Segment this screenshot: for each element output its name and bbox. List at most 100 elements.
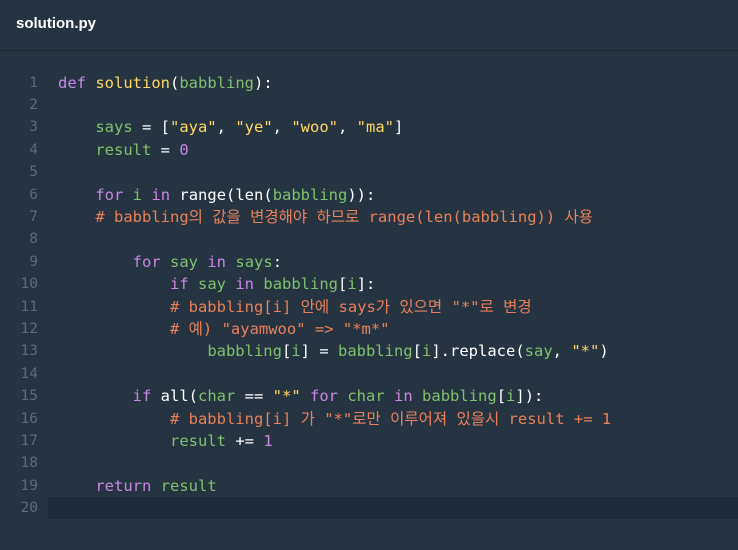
code-token: says: [95, 118, 133, 137]
code-token: ]):: [515, 387, 544, 406]
code-token: ): [599, 342, 609, 361]
code-line[interactable]: if all(char == "*" for char in babbling[…: [58, 385, 544, 407]
code-line[interactable]: for say in says:: [58, 251, 282, 273]
code-line[interactable]: # babbling[i] 가 "*"로만 이루어져 있을시 result +=…: [58, 408, 611, 430]
line-number: 6: [29, 186, 38, 203]
code-token: i: [132, 185, 143, 204]
code-token: [: [338, 275, 348, 294]
code-line[interactable]: def solution(babbling):: [58, 72, 273, 94]
code-token: :: [272, 252, 283, 271]
code-token: [: [412, 342, 422, 361]
code-line[interactable]: # babbling[i] 안에 says가 있으면 "*"로 변경: [58, 296, 532, 318]
code-token: ].replace(: [431, 342, 525, 361]
code-line[interactable]: result = 0: [58, 139, 189, 161]
code-token: for: [95, 185, 124, 204]
code-token: babbling: [337, 342, 413, 361]
code-token: result: [169, 431, 226, 450]
code-token: 0: [179, 140, 189, 159]
code-token: +=: [225, 431, 264, 450]
code-token: "*": [571, 342, 600, 361]
line-number: 4: [29, 141, 38, 158]
line-number: 8: [29, 231, 38, 248]
line-number: 20: [20, 500, 38, 517]
line-number: 1: [29, 74, 38, 91]
code-line[interactable]: says = ["aya", "ye", "woo", "ma"]: [58, 116, 403, 138]
code-token: say: [198, 275, 226, 294]
code-token: = [: [132, 118, 170, 137]
code-token: # babbling의 값을 변경해야 하므로 range(len(babbli…: [95, 207, 594, 226]
code-line[interactable]: # 예) "ayamwoo" => "*m*": [58, 318, 390, 340]
code-token: in: [235, 275, 255, 294]
line-number: 2: [29, 96, 38, 113]
code-token: say: [524, 342, 553, 361]
code-token: ] =: [300, 342, 338, 361]
code-token: for: [310, 387, 338, 406]
code-token: ,: [338, 118, 357, 137]
line-number: 14: [20, 365, 38, 382]
code-token: solution: [95, 73, 170, 92]
code-token: return: [95, 476, 152, 495]
code-token: [: [281, 342, 292, 361]
code-token: ):: [254, 73, 273, 92]
code-token: babbling: [179, 73, 254, 92]
code-token: ,: [272, 118, 292, 137]
code-line[interactable]: if say in babbling[i]:: [58, 273, 375, 295]
code-token: result: [160, 476, 217, 495]
code-token: babbling: [422, 387, 497, 406]
line-number: 13: [20, 343, 38, 360]
code-line[interactable]: result += 1: [58, 430, 273, 452]
code-token: "ye": [235, 118, 273, 137]
code-token: range(len(: [170, 185, 273, 204]
code-token: ,: [552, 342, 572, 361]
line-number: 7: [29, 208, 38, 225]
code-token: )): [347, 185, 367, 204]
active-line-highlight: [48, 497, 738, 520]
code-token: in: [207, 252, 227, 271]
code-editor[interactable]: 1 def solution(babbling): 2 3 says = ["aya"…: [0, 51, 738, 550]
code-token: says: [235, 252, 273, 271]
line-number: 5: [29, 164, 38, 181]
code-line[interactable]: # babbling의 값을 변경해야 하므로 range(len(babbli…: [58, 206, 593, 228]
line-number: 17: [20, 432, 38, 449]
line-number: 16: [20, 410, 38, 427]
code-token: if: [169, 275, 189, 294]
code-token: :: [366, 185, 376, 204]
code-token: def: [58, 73, 86, 92]
line-number: 12: [20, 320, 38, 337]
code-token: [: [496, 387, 507, 406]
code-token: say: [170, 252, 198, 271]
code-token: i: [421, 342, 432, 361]
code-token: ]: [394, 118, 404, 137]
line-number: 3: [29, 119, 38, 136]
code-token: in: [394, 387, 413, 406]
code-token: char: [198, 387, 236, 406]
line-number: 18: [20, 455, 38, 472]
code-token: # babbling[i] 가 "*"로만 이루어져 있을시 result +=…: [169, 409, 612, 428]
code-line[interactable]: for i in range(len(babbling)):: [58, 184, 375, 206]
code-token: babbling: [207, 342, 282, 361]
line-number: 9: [29, 253, 38, 270]
code-token: if: [132, 387, 152, 406]
code-token: result: [95, 140, 152, 159]
code-token: "ma": [356, 118, 394, 137]
code-line[interactable]: babbling[i] = babbling[i].replace(say, "…: [58, 340, 609, 362]
editor-tab-bar: solution.py: [0, 0, 738, 51]
code-token: "*": [272, 387, 301, 406]
code-line[interactable]: return result: [58, 475, 217, 497]
code-token: babbling: [263, 275, 339, 294]
code-token: i: [506, 387, 516, 406]
line-number: 11: [20, 298, 38, 315]
code-token: "woo": [291, 118, 338, 137]
code-token: ,: [216, 118, 236, 137]
file-name-tab[interactable]: solution.py: [16, 15, 96, 32]
code-token: i: [347, 275, 357, 294]
code-token: ==: [235, 387, 273, 406]
